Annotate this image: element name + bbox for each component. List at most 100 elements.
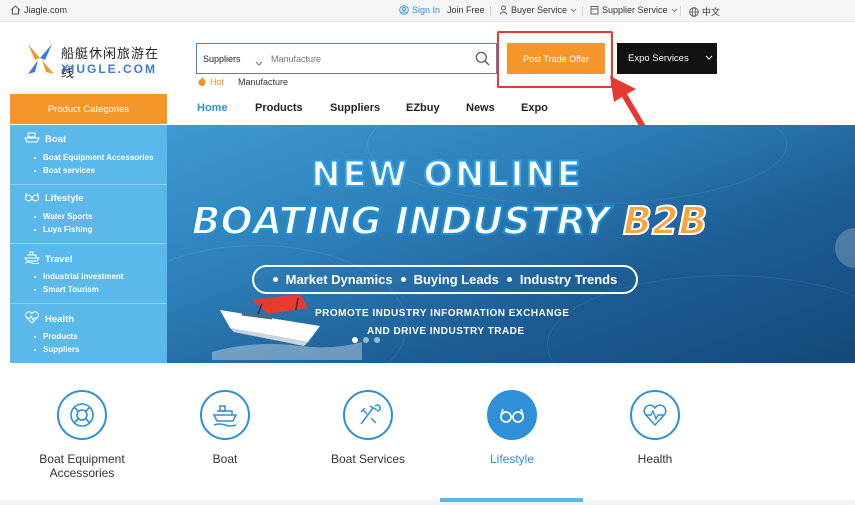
banner-feature: Buying Leads (413, 272, 499, 287)
buyer-service-label: Buyer Service (511, 5, 568, 15)
carousel-next-button[interactable] (835, 228, 855, 268)
banner-title: NEW ONLINE (310, 154, 583, 196)
carousel-dot[interactable] (363, 337, 369, 343)
sidebar-sub-label: Suppliers (43, 345, 80, 354)
lifebuoy-icon (57, 390, 107, 440)
nav-tab-products[interactable]: Products (255, 102, 303, 114)
sidebar-category-title[interactable]: Travel (24, 251, 72, 267)
search-category-select[interactable]: Suppliers (203, 54, 241, 64)
expo-services-button[interactable]: Expo Services (617, 43, 717, 74)
sidebar-category-title[interactable]: Health (24, 311, 74, 327)
category-card-health[interactable]: Health (585, 390, 725, 466)
carousel-dots (352, 337, 380, 343)
site-name: Jiagle.com (24, 5, 68, 15)
sidebar-sub-link[interactable]: Smart Tourism (34, 285, 99, 294)
hot-keywords: Hot Manufacture (198, 76, 288, 88)
banner-headline: BOATING INDUSTRY B2B (167, 198, 732, 244)
sidebar-sub-label: Water Sports (43, 212, 93, 221)
category-card-boat-equipment[interactable]: Boat Equipment Accessories (12, 390, 152, 480)
sidebar-sub-label: Industrial Investment (43, 272, 124, 281)
category-card-label: Boat Equipment Accessories (39, 452, 125, 480)
logo-text-en: XIUGLE.COM (61, 62, 158, 76)
sign-in-label: Sign In (412, 5, 441, 15)
ship-icon (24, 251, 40, 267)
tools-icon (343, 390, 393, 440)
category-card-label: Boat (212, 452, 238, 466)
nav-tab-home[interactable]: Home (197, 102, 228, 114)
divider (490, 6, 491, 16)
chevron-down-icon[interactable] (255, 54, 263, 72)
carousel-dot[interactable] (352, 337, 358, 343)
sidebar-category-title[interactable]: Boat (24, 132, 66, 147)
chevron-down-icon (671, 8, 678, 13)
category-card-label: Lifestyle (489, 452, 535, 466)
heart-pulse-icon (24, 311, 40, 327)
supplier-service-menu[interactable]: Supplier Service (590, 5, 678, 15)
hero-banner[interactable]: NEW ONLINE BOATING INDUSTRY B2B Market D… (167, 125, 855, 363)
glasses-icon (487, 390, 537, 440)
sidebar-sub-link[interactable]: Industrial Investment (34, 272, 123, 281)
divider (10, 303, 167, 304)
hot-label: Hot (210, 77, 225, 87)
banner-feature: Industry Trends (519, 272, 618, 287)
category-card-boat-services[interactable]: Boat Services (298, 390, 438, 466)
divider (10, 184, 167, 185)
top-bar: Jiagle.com Sign In Join Free Buyer Servi… (0, 0, 855, 22)
category-sidebar: Boat Boat Equipment Accessories Boat ser… (10, 125, 167, 363)
category-card-boat[interactable]: Boat (155, 390, 295, 466)
divider (10, 243, 167, 244)
product-categories-header[interactable]: Product Categories (10, 94, 167, 124)
banner-promo-line: AND DRIVE INDUSTRY TRADE (367, 326, 525, 337)
language-switch[interactable]: 中文 (689, 5, 720, 18)
search-icon[interactable] (475, 51, 490, 71)
buyer-service-menu[interactable]: Buyer Service (499, 5, 577, 15)
sidebar-sub-link[interactable]: Luya Fishing (34, 225, 92, 234)
sidebar-sub-link[interactable]: Products (34, 332, 78, 341)
carousel-dot[interactable] (374, 337, 380, 343)
post-trade-offer-button[interactable]: Post Trade Offer (507, 43, 605, 74)
language-label: 中文 (702, 7, 721, 17)
nav-tab-expo[interactable]: Expo (521, 102, 548, 114)
sidebar-sub-label: Smart Tourism (43, 285, 99, 294)
chevron-down-icon (705, 53, 713, 64)
section-divider (0, 500, 855, 505)
sidebar-sub-label: Boat services (43, 166, 96, 175)
category-card-label: Boat Services (330, 452, 406, 466)
nav-tab-suppliers[interactable]: Suppliers (330, 102, 380, 114)
category-card-label: Health (637, 452, 673, 466)
logo-mark-icon (26, 42, 56, 81)
sidebar-sub-link[interactable]: Suppliers (34, 345, 79, 354)
sign-in-link[interactable]: Sign In (399, 5, 440, 15)
sidebar-category-label: Health (45, 313, 75, 325)
sidebar-category-label: Lifestyle (45, 193, 84, 204)
nav-tab-news[interactable]: News (466, 102, 495, 114)
flame-icon (198, 76, 206, 88)
expo-services-label: Expo Services (628, 53, 689, 64)
category-card-lifestyle[interactable]: Lifestyle (442, 390, 582, 466)
chevron-down-icon (570, 8, 577, 13)
sidebar-sub-link[interactable]: Water Sports (34, 212, 93, 221)
banner-headline-accent: B2B (622, 198, 708, 244)
sidebar-category-label: Travel (45, 253, 73, 265)
home-icon (10, 5, 21, 15)
sidebar-sub-label: Products (43, 332, 78, 341)
heart-pulse-icon (630, 390, 680, 440)
sidebar-category-title[interactable]: Lifestyle (24, 191, 84, 206)
sidebar-sub-label: Luya Fishing (43, 225, 93, 234)
join-free-label: Join Free (447, 5, 485, 15)
join-free-link[interactable]: Join Free (447, 5, 485, 15)
banner-headline-main: BOATING INDUSTRY (191, 198, 611, 244)
store-icon (590, 5, 599, 15)
sidebar-sub-link[interactable]: Boat Equipment Accessories (34, 153, 153, 162)
nav-tab-ezbuy[interactable]: EZbuy (406, 102, 440, 114)
ship-icon (200, 390, 250, 440)
search-input[interactable] (271, 48, 461, 69)
site-home-link[interactable]: Jiagle.com (10, 5, 67, 15)
divider (680, 6, 681, 16)
site-logo[interactable]: 船艇休闲旅游在线 XIUGLE.COM (26, 42, 166, 81)
hot-keyword-link[interactable]: Manufacture (238, 77, 288, 87)
sidebar-sub-label: Boat Equipment Accessories (43, 153, 154, 162)
sidebar-category-label: Boat (45, 134, 67, 145)
boat-icon (24, 132, 40, 147)
sidebar-sub-link[interactable]: Boat services (34, 166, 95, 175)
